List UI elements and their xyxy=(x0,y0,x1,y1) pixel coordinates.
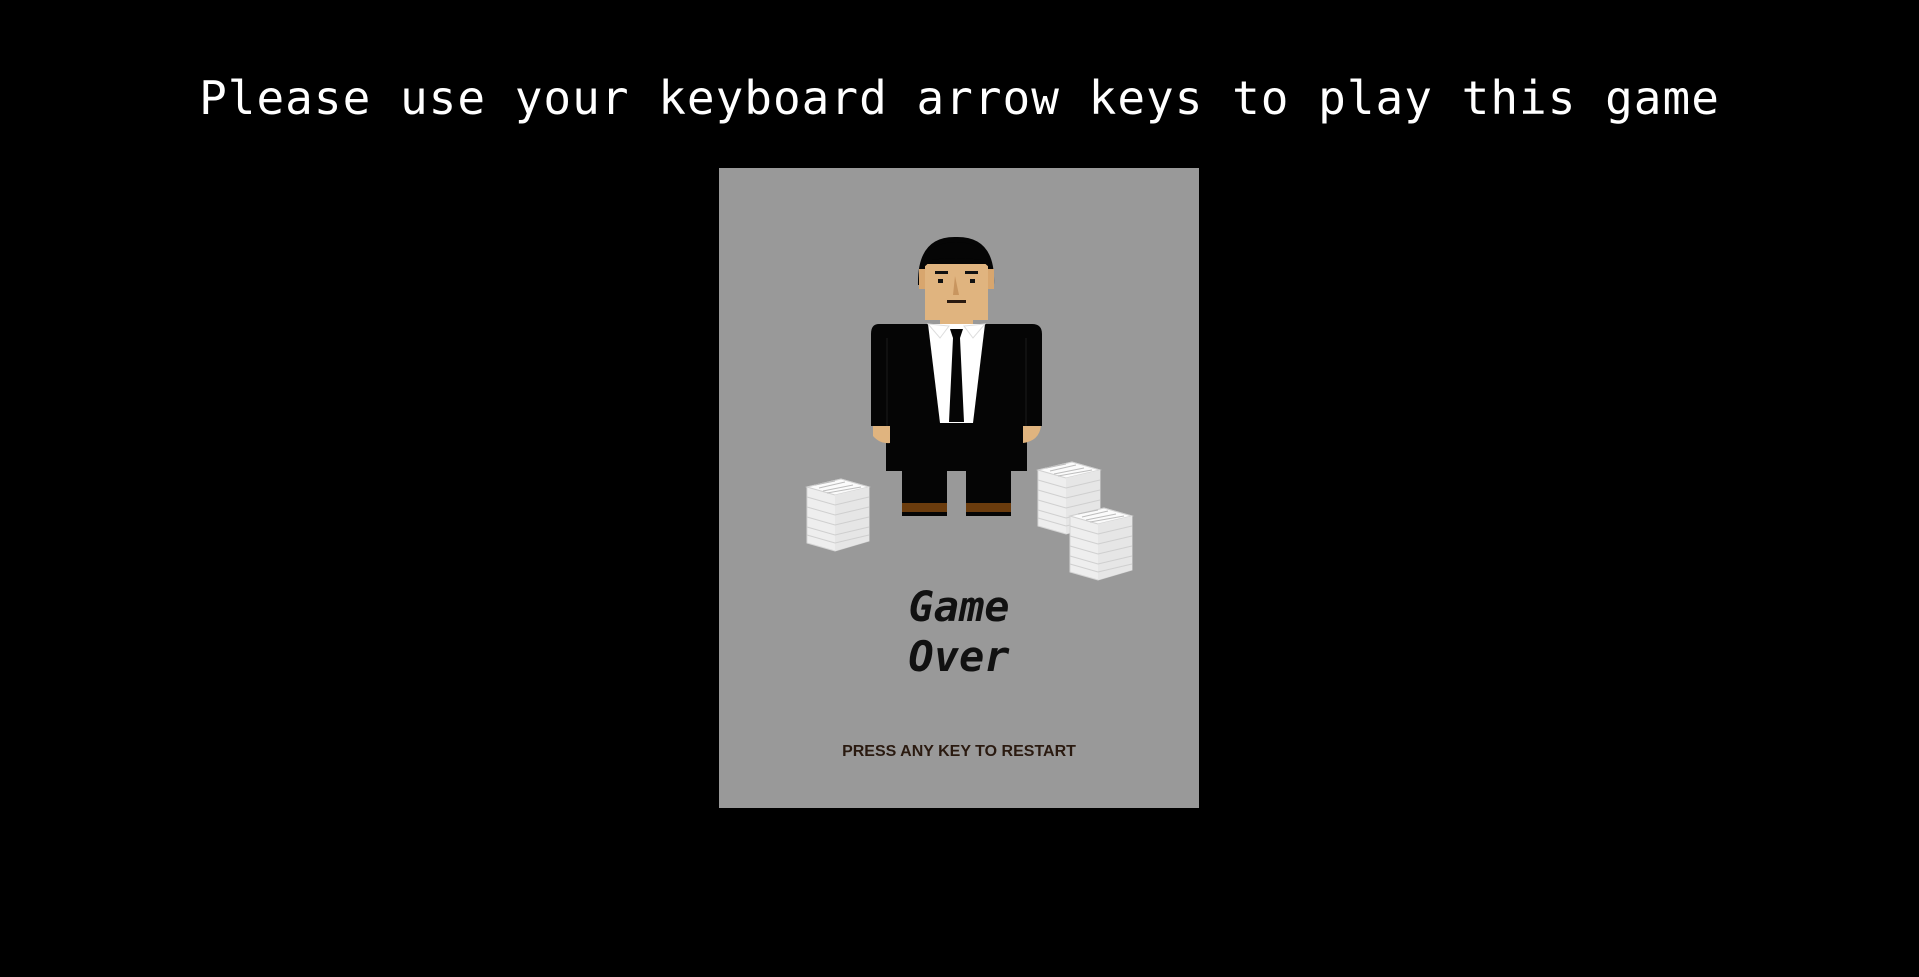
game-over-line-2: Over xyxy=(908,632,1010,681)
businessman-sprite xyxy=(871,236,1042,516)
game-scene xyxy=(806,236,1133,581)
game-board[interactable]: Game Over PRESS ANY KEY TO RESTART xyxy=(719,168,1199,808)
paper-stack-sprite xyxy=(1069,507,1133,581)
instructions-text: Please use your keyboard arrow keys to p… xyxy=(199,71,1720,125)
restart-hint: PRESS ANY KEY TO RESTART xyxy=(842,743,1076,760)
game-over-title: Game Over xyxy=(719,582,1199,682)
game-over-line-1: Game xyxy=(908,582,1010,631)
paper-stack-sprite xyxy=(806,478,870,552)
